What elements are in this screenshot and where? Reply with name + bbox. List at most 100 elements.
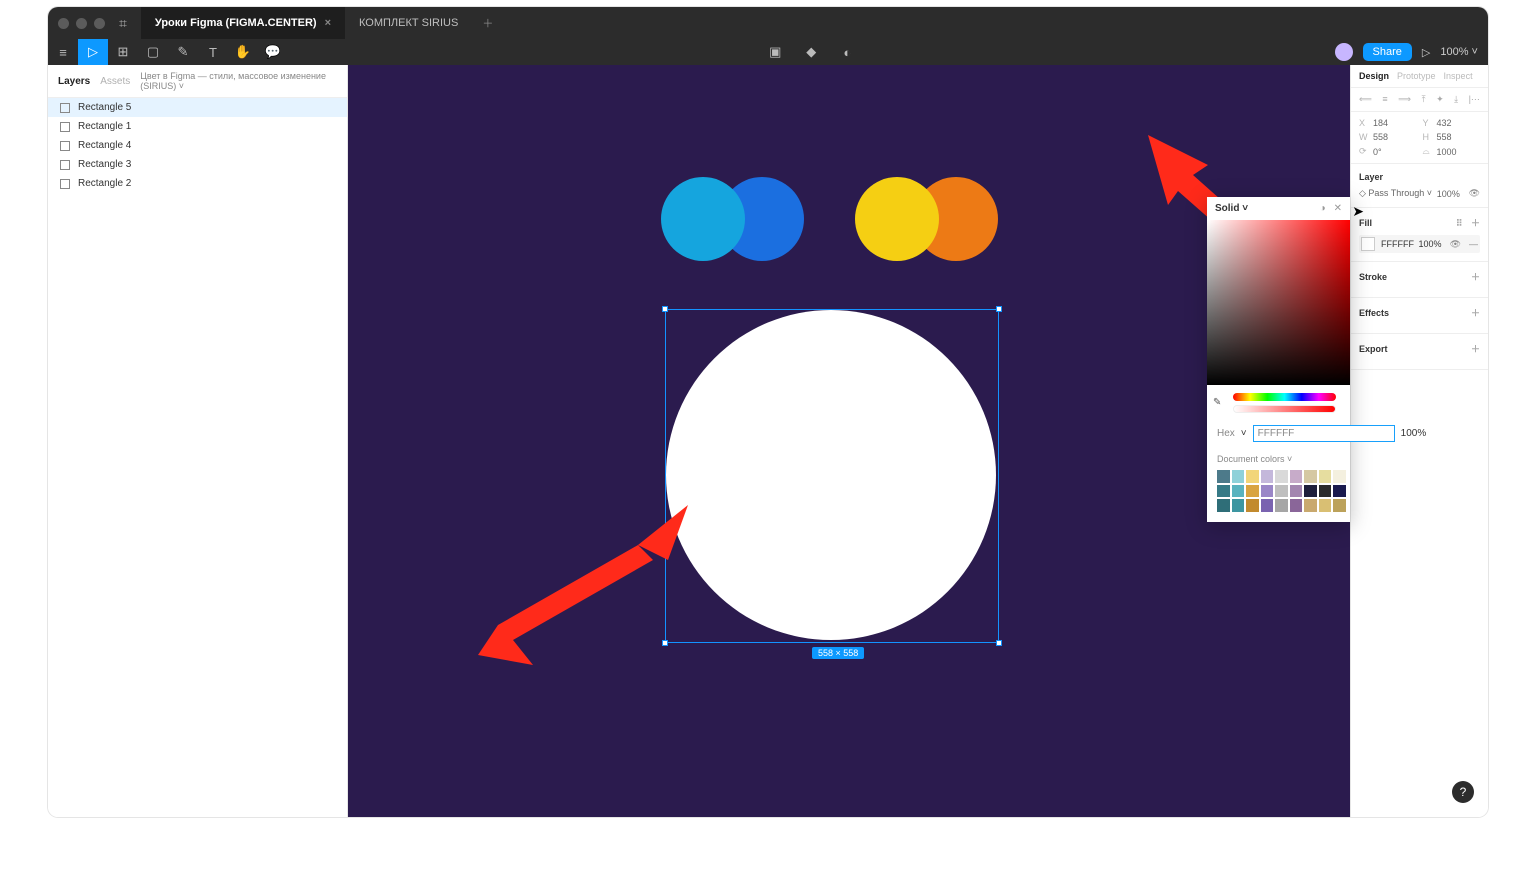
- fill-opacity[interactable]: 100%: [1419, 239, 1442, 249]
- color-swatch[interactable]: [1304, 499, 1317, 512]
- color-swatch[interactable]: [1261, 470, 1274, 483]
- color-swatch[interactable]: [1290, 485, 1303, 498]
- blend-icon[interactable]: ◑: [1320, 203, 1326, 214]
- alpha-slider[interactable]: [1233, 405, 1336, 413]
- layer-row[interactable]: Rectangle 5: [48, 98, 347, 117]
- layer-opacity[interactable]: 100%: [1437, 189, 1460, 199]
- tab-inspect[interactable]: Inspect: [1444, 71, 1473, 81]
- color-swatch[interactable]: [1261, 485, 1274, 498]
- color-swatch[interactable]: [1319, 499, 1332, 512]
- color-swatch[interactable]: [1319, 470, 1332, 483]
- hex-opacity[interactable]: 100%: [1401, 428, 1427, 439]
- resize-handle[interactable]: [996, 306, 1002, 312]
- text-tool[interactable]: T: [198, 39, 228, 65]
- align-right-icon[interactable]: ⟹: [1398, 94, 1411, 105]
- frame-tool[interactable]: ⊞: [108, 39, 138, 65]
- color-swatch[interactable]: [1246, 470, 1259, 483]
- share-button[interactable]: Share: [1363, 43, 1412, 61]
- zoom-dot[interactable]: [94, 18, 105, 29]
- page-name[interactable]: Цвет в Figma — стили, массовое изменение…: [140, 71, 337, 91]
- resize-handle[interactable]: [662, 306, 668, 312]
- color-swatch[interactable]: [1217, 485, 1230, 498]
- h-field[interactable]: H558: [1423, 132, 1481, 142]
- close-icon[interactable]: ×: [325, 17, 331, 29]
- align-left-icon[interactable]: ⟸: [1359, 94, 1372, 105]
- avatar[interactable]: [1335, 43, 1353, 61]
- color-swatch[interactable]: [1333, 470, 1346, 483]
- tab-prototype[interactable]: Prototype: [1397, 71, 1436, 81]
- color-swatch[interactable]: [1275, 499, 1288, 512]
- help-button[interactable]: ?: [1452, 781, 1474, 803]
- sv-field[interactable]: [1207, 220, 1350, 385]
- add-fill-icon[interactable]: ＋: [1471, 218, 1480, 228]
- color-swatch[interactable]: [1232, 485, 1245, 498]
- align-top-icon[interactable]: ⤒: [1422, 94, 1426, 105]
- fill-row[interactable]: FFFFFF 100% 👁 —: [1359, 235, 1480, 253]
- color-swatch[interactable]: [1246, 485, 1259, 498]
- color-swatch[interactable]: [1333, 485, 1346, 498]
- w-field[interactable]: W558: [1359, 132, 1417, 142]
- distribute-icon[interactable]: |⋯: [1469, 94, 1480, 105]
- minimize-dot[interactable]: [76, 18, 87, 29]
- zoom-level[interactable]: 100% ˅: [1440, 46, 1478, 58]
- tab-design[interactable]: Design: [1359, 71, 1389, 81]
- tab-assets[interactable]: Assets: [100, 76, 130, 87]
- color-swatch[interactable]: [1261, 499, 1274, 512]
- layer-row[interactable]: Rectangle 3: [48, 155, 347, 174]
- resize-handle[interactable]: [996, 640, 1002, 646]
- picker-mode[interactable]: Solid ˅: [1215, 203, 1248, 214]
- color-swatch[interactable]: [1217, 499, 1230, 512]
- canvas[interactable]: 558 × 558: [348, 65, 1350, 817]
- add-stroke-icon[interactable]: ＋: [1471, 270, 1480, 283]
- fill-hex[interactable]: FFFFFF: [1379, 239, 1415, 249]
- color-swatch[interactable]: [1290, 470, 1303, 483]
- close-icon[interactable]: ✕: [1334, 203, 1342, 214]
- tab-other[interactable]: КОМПЛЕКТ SIRIUS: [345, 7, 472, 39]
- layer-row[interactable]: Rectangle 4: [48, 136, 347, 155]
- blend-mode[interactable]: ◇ Pass Through ˅: [1359, 188, 1432, 199]
- menu-icon[interactable]: ≡: [48, 39, 78, 65]
- layer-row[interactable]: Rectangle 1: [48, 117, 347, 136]
- figma-logo-icon[interactable]: ⌗: [119, 15, 127, 32]
- mask-icon[interactable]: ▣: [765, 44, 785, 60]
- rotation-field[interactable]: ⟳0°: [1359, 146, 1417, 157]
- color-swatch[interactable]: [1304, 470, 1317, 483]
- align-hcenter-icon[interactable]: ≡: [1382, 94, 1387, 105]
- circle-white-selected[interactable]: [666, 310, 996, 640]
- color-swatch[interactable]: [1275, 485, 1288, 498]
- hand-tool[interactable]: ✋: [228, 39, 258, 65]
- circle-yellow[interactable]: [855, 177, 939, 261]
- style-icon[interactable]: ⠿: [1456, 218, 1463, 228]
- resize-handle[interactable]: [662, 640, 668, 646]
- comment-tool[interactable]: 💬: [258, 39, 288, 65]
- component-icon[interactable]: ◐: [837, 45, 857, 60]
- align-bottom-icon[interactable]: ⤓: [1454, 94, 1458, 105]
- circle-lightblue[interactable]: [661, 177, 745, 261]
- close-dot[interactable]: [58, 18, 69, 29]
- color-swatch[interactable]: [1275, 470, 1288, 483]
- move-tool[interactable]: ▷: [78, 39, 108, 65]
- color-swatch[interactable]: [1217, 470, 1230, 483]
- y-field[interactable]: Y432: [1423, 118, 1481, 128]
- eye-icon[interactable]: 👁: [1469, 188, 1480, 199]
- tab-active[interactable]: Уроки Figma (FIGMA.CENTER) ×: [141, 7, 345, 39]
- tab-layers[interactable]: Layers: [58, 76, 90, 87]
- shape-tool[interactable]: ▢: [138, 39, 168, 65]
- color-swatch[interactable]: [1333, 499, 1346, 512]
- color-swatch[interactable]: [1290, 499, 1303, 512]
- color-swatch[interactable]: [1304, 485, 1317, 498]
- align-vcenter-icon[interactable]: ✦: [1436, 94, 1444, 105]
- pen-tool[interactable]: ✎: [168, 39, 198, 65]
- new-tab-button[interactable]: ＋: [472, 7, 503, 39]
- remove-fill-icon[interactable]: —: [1469, 239, 1478, 249]
- color-swatch[interactable]: [1319, 485, 1332, 498]
- present-icon[interactable]: ▷: [1422, 46, 1430, 59]
- color-swatch[interactable]: [1232, 499, 1245, 512]
- radius-field[interactable]: ⌓1000: [1423, 146, 1481, 157]
- fill-swatch[interactable]: [1361, 237, 1375, 251]
- hex-input[interactable]: [1253, 425, 1395, 442]
- eyedropper-icon[interactable]: ✎: [1213, 397, 1221, 408]
- add-export-icon[interactable]: ＋: [1471, 342, 1480, 355]
- eye-icon[interactable]: 👁: [1450, 239, 1461, 250]
- color-swatch[interactable]: [1232, 470, 1245, 483]
